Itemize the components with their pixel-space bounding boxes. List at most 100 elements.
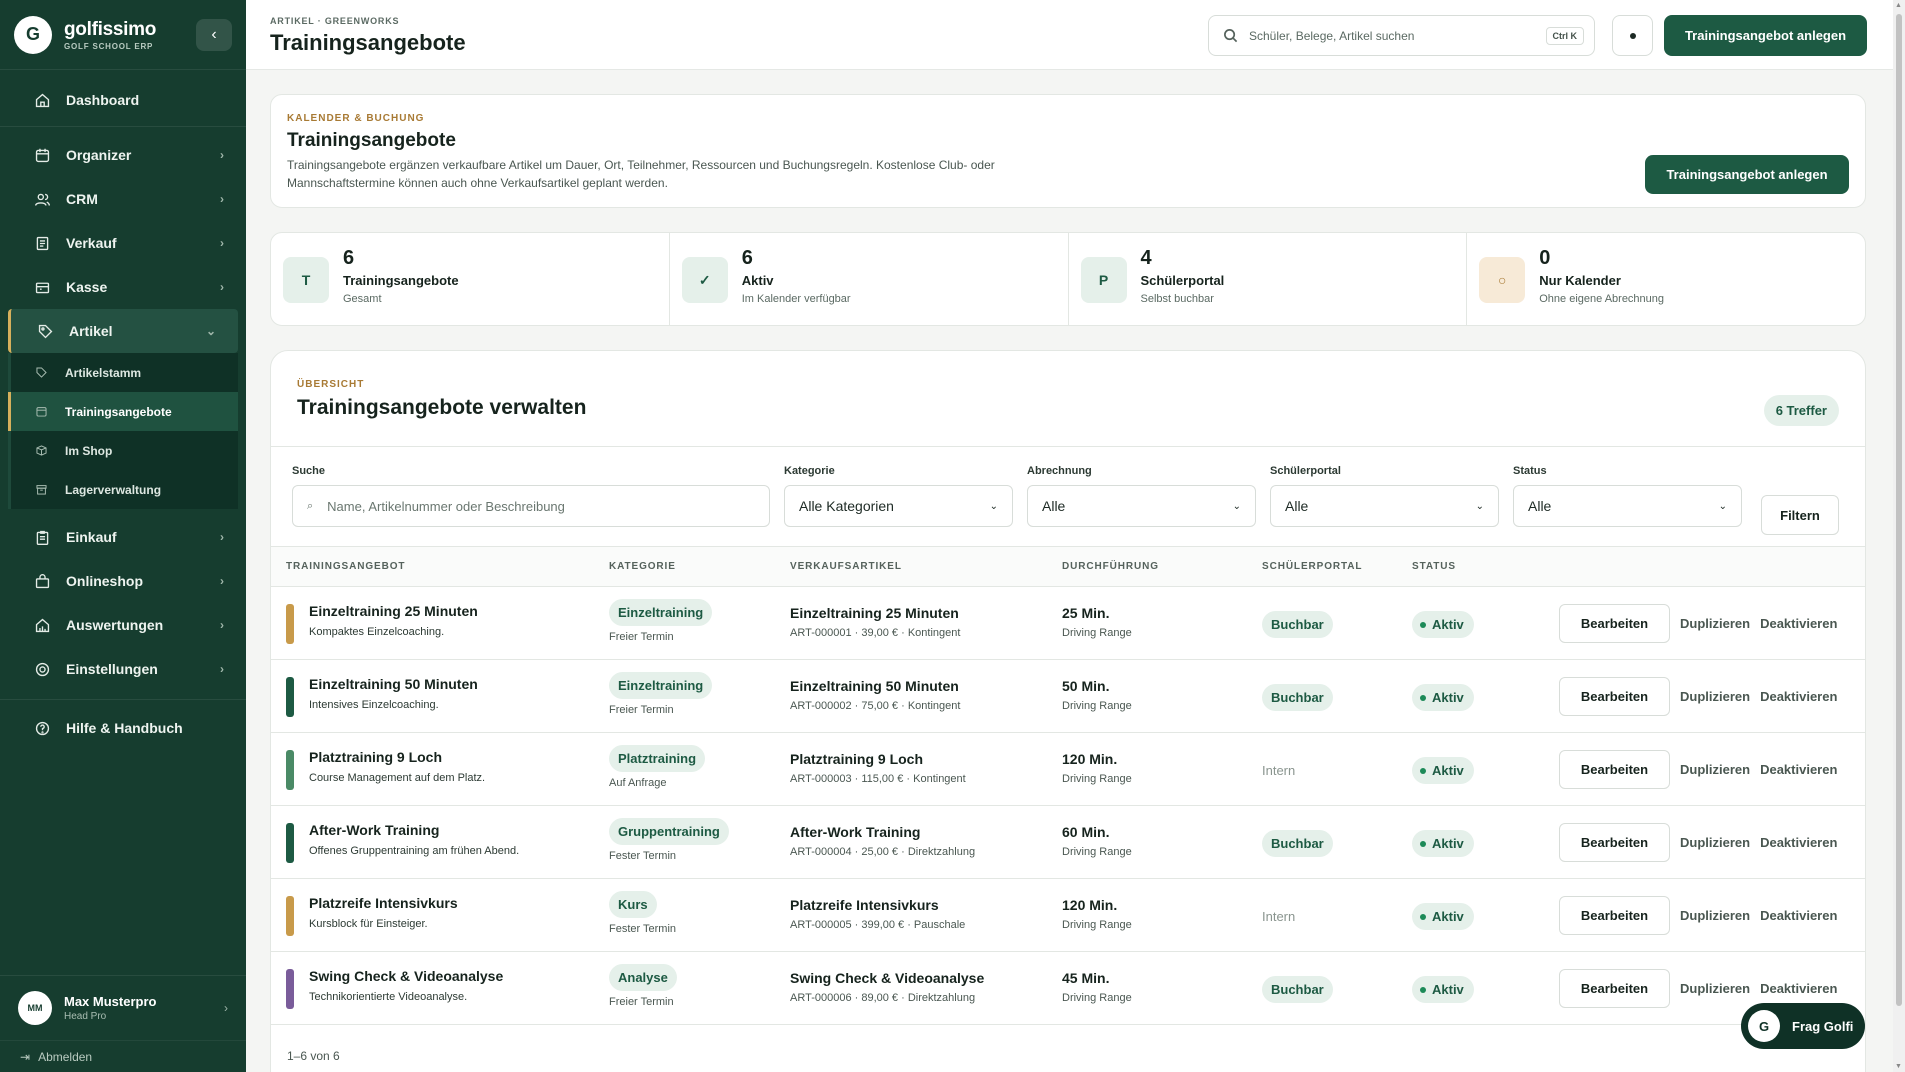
offer-name[interactable]: Platztraining 9 Loch [309,749,485,765]
column-header[interactable]: VERKAUFSARTIKEL [790,561,902,572]
edit-button[interactable]: Bearbeiten [1559,604,1670,643]
column-header[interactable]: TRAININGSANGEBOT [286,561,405,572]
color-indicator [286,969,294,1009]
brand-subtitle: GOLF SCHOOL ERP [64,41,154,51]
filter-category: Kategorie Alle Kategorien ⌄ [784,465,1013,527]
deactivate-link[interactable]: Deaktivieren [1760,835,1837,850]
article-name: Swing Check & Videoanalyse [790,970,985,986]
column-header[interactable]: DURCHFÜHRUNG [1062,561,1159,572]
edit-button[interactable]: Bearbeiten [1559,896,1670,935]
article-name: After-Work Training [790,824,921,840]
status-badge: Aktiv [1412,903,1474,930]
color-indicator [286,823,294,863]
help-icon [32,718,52,738]
chat-assistant-button[interactable]: G Frag Golfi [1741,1003,1865,1049]
user-menu[interactable]: MM Max Musterpro Head Pro › [0,976,246,1040]
stat-p-icon: P [1080,257,1127,303]
scrollbar-thumb[interactable] [1896,14,1902,1006]
status-dot-icon [1420,913,1426,920]
table-row[interactable]: After-Work Training Offenes Gruppentrain… [271,806,1865,879]
edit-button[interactable]: Bearbeiten [1559,750,1670,789]
filter-button[interactable]: Filtern [1761,495,1839,535]
status-label: Aktiv [1432,836,1464,851]
deactivate-link[interactable]: Deaktivieren [1760,689,1837,704]
status-dot-icon [1420,767,1426,774]
duplicate-link[interactable]: Duplizieren [1680,762,1750,777]
filter-status: Status Alle ⌄ [1513,465,1742,527]
sidebar-item-einstellungen[interactable]: Einstellungen › [0,647,246,691]
duplicate-link[interactable]: Duplizieren [1680,616,1750,631]
sidebar-item-verkauf[interactable]: Verkauf › [0,221,246,265]
scroll-up-icon[interactable]: ▲ [1895,2,1902,9]
offer-name[interactable]: Platzreife Intensivkurs [309,895,458,911]
sidebar-item-auswertungen[interactable]: Auswertungen › [0,603,246,647]
create-offer-button-secondary[interactable]: Trainingsangebot anlegen [1645,155,1849,194]
sidebar-item-kasse[interactable]: Kasse › [0,265,246,309]
category-select[interactable]: Alle Kategorien ⌄ [784,485,1013,527]
portal-select[interactable]: Alle ⌄ [1270,485,1499,527]
sidebar-item-artikel[interactable]: Artikel ⌄ [8,309,238,353]
table-row[interactable]: Platzreife Intensivkurs Kursblock für Ei… [271,879,1865,952]
sidebar-item-crm[interactable]: CRM › [0,177,246,221]
billing-select[interactable]: Alle ⌄ [1027,485,1256,527]
search-icon [1223,28,1239,44]
page-title: Trainingsangebote [270,30,466,55]
edit-button[interactable]: Bearbeiten [1559,969,1670,1008]
scroll-down-icon[interactable]: ▼ [1895,1063,1902,1070]
article-meta: ART-000002 · 75,00 € · Kontingent [790,700,961,712]
page-scrollbar[interactable]: ▲ ▼ [1893,0,1905,1072]
offer-name[interactable]: Einzeltraining 25 Minuten [309,603,478,619]
status-select[interactable]: Alle ⌄ [1513,485,1742,527]
sidebar-subitem-im-shop[interactable]: Im Shop [11,431,238,470]
collapse-sidebar-button[interactable]: ‹ [196,18,232,51]
duplicate-link[interactable]: Duplizieren [1680,689,1750,704]
sidebar-item-onlineshop[interactable]: Onlineshop › [0,559,246,603]
sidebar-item-hilfe[interactable]: Hilfe & Handbuch [0,706,246,750]
stat-sub: Gesamt [343,293,382,305]
sidebar-subitem-label: Im Shop [65,443,113,458]
notifications-button[interactable] [1612,15,1653,56]
sidebar-item-dashboard[interactable]: Dashboard [0,78,246,122]
duplicate-link[interactable]: Duplizieren [1680,835,1750,850]
chevron-down-icon: ⌄ [1232,500,1241,512]
category-badge: Kurs [609,891,657,918]
filter-label: Suche [292,465,326,477]
sidebar-subitem-lagerverwaltung[interactable]: Lagerverwaltung [11,470,238,509]
brand-logo[interactable]: G [14,15,52,54]
duplicate-link[interactable]: Duplizieren [1680,908,1750,923]
sidebar-item-organizer[interactable]: Organizer › [0,133,246,177]
sidebar-subitem-artikelstamm[interactable]: Artikelstamm [11,353,238,392]
global-search-input[interactable]: Schüler, Belege, Artikel suchen Ctrl K [1208,15,1595,56]
sidebar-subitem-trainingsangebote[interactable]: Trainingsangebote [8,392,238,431]
article-meta: ART-000004 · 25,00 € · Direktzahlung [790,846,976,858]
edit-button[interactable]: Bearbeiten [1559,823,1670,862]
logout-link[interactable]: ⇥ Abmelden [0,1040,246,1072]
deactivate-link[interactable]: Deaktivieren [1760,908,1837,923]
calendar-icon [35,405,51,418]
archive-icon [35,483,51,496]
select-value: Alle Kategorien [799,498,894,514]
offer-name[interactable]: Einzeltraining 50 Minuten [309,676,478,692]
table-row[interactable]: Platztraining 9 Loch Course Management a… [271,733,1865,806]
chevron-right-icon: › [220,530,224,544]
duplicate-link[interactable]: Duplizieren [1680,981,1750,996]
column-header[interactable]: STATUS [1412,561,1456,572]
tag-icon [35,366,51,379]
search-input[interactable]: ⌕ Name, Artikelnummer oder Beschreibung [292,485,770,527]
table-row[interactable]: Einzeltraining 50 Minuten Intensives Ein… [271,660,1865,733]
offer-name[interactable]: Swing Check & Videoanalyse [309,968,503,984]
deactivate-link[interactable]: Deaktivieren [1760,616,1837,631]
deactivate-link[interactable]: Deaktivieren [1760,762,1837,777]
article-meta: ART-000003 · 115,00 € · Kontingent [790,773,966,785]
table-row[interactable]: Einzeltraining 25 Minuten Kompaktes Einz… [271,587,1865,660]
column-header[interactable]: KATEGORIE [609,561,676,572]
category-badge: Gruppentraining [609,818,729,845]
edit-button[interactable]: Bearbeiten [1559,677,1670,716]
table-row[interactable]: Swing Check & Videoanalyse Technikorient… [271,952,1865,1025]
offer-name[interactable]: After-Work Training [309,822,519,838]
deactivate-link[interactable]: Deaktivieren [1760,981,1837,996]
status-dot-icon [1420,986,1426,993]
column-header[interactable]: SCHÜLERPORTAL [1262,561,1362,572]
create-offer-button[interactable]: Trainingsangebot anlegen [1664,15,1867,56]
sidebar-item-einkauf[interactable]: Einkauf › [0,515,246,559]
